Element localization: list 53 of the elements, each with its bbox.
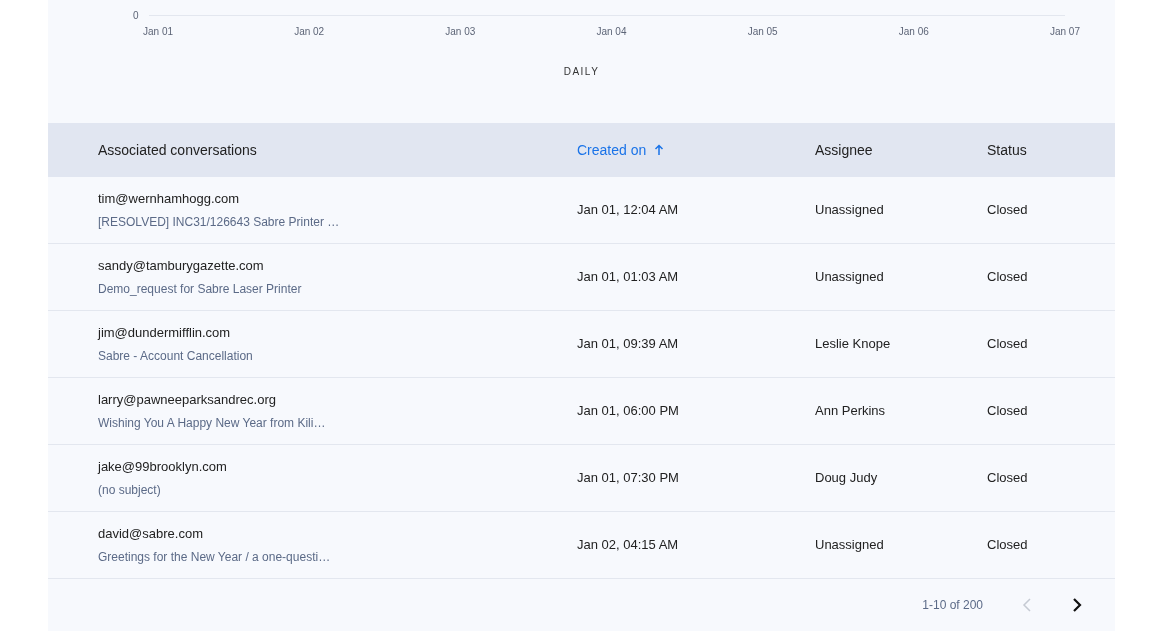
email-text: tim@wernhamhogg.com [98, 189, 241, 208]
status-cell-text: Closed [987, 536, 1029, 555]
email-text: jake@99brooklyn.com [98, 457, 228, 476]
x-axis-label: Jan 03 [445, 25, 476, 39]
status-cell-text: Closed [987, 201, 1029, 220]
subject-text: [RESOLVED] INC31/126643 Sabre Printer … [98, 214, 341, 232]
x-axis-label: Jan 02 [294, 25, 325, 39]
status-cell-text: Closed [987, 402, 1029, 421]
assignee-cell-text: Unassigned [815, 536, 885, 555]
column-header[interactable]: Created on [577, 139, 665, 161]
x-axis-label: Jan 01 [143, 25, 174, 39]
y-axis-tick: 0 [133, 8, 139, 23]
created-cell-text: Jan 01, 06:00 PM [577, 402, 680, 421]
subject-text: (no subject) [98, 482, 162, 500]
created-cell-text: Jan 02, 04:15 AM [577, 536, 680, 555]
x-axis-label: Jan 06 [898, 25, 929, 39]
subject-text: Demo_request for Sabre Laser Printer [98, 281, 303, 299]
status-cell-text: Closed [987, 469, 1029, 488]
created-cell-text: Jan 01, 12:04 AM [577, 201, 680, 220]
chevron-right-icon [1072, 598, 1082, 612]
column-header[interactable]: Associated conversations [98, 139, 257, 161]
sort-arrow-icon [654, 144, 665, 156]
table-row[interactable]: larry@pawneeparksandrec.org Wishing You A Happy New Year from Kili… Jan 01, 06:00 PM Ann Perkins Closed [48, 378, 1115, 445]
created-cell-text: Jan 01, 01:03 AM [577, 268, 680, 287]
email-text: larry@pawneeparksandrec.org [98, 390, 277, 409]
table-row[interactable]: jim@dundermifflin.com Sabre - Account Cancellation Jan 01, 09:39 AM Leslie Knope Closed [48, 311, 1115, 378]
subject-text: Greetings for the New Year / a one-questi… [98, 549, 332, 567]
assignee-cell-text: Leslie Knope [815, 335, 892, 354]
assignee-cell-text: Unassigned [815, 268, 885, 287]
column-header[interactable]: Status [987, 139, 1027, 161]
chart-caption: DAILY [563, 65, 600, 79]
subject-text: Wishing You A Happy New Year from Kili… [98, 415, 327, 433]
table-row[interactable]: jake@99brooklyn.com (no subject) Jan 01, 07:30 PM Doug Judy Closed [48, 445, 1115, 512]
email-text: jim@dundermifflin.com [98, 323, 232, 342]
table-row[interactable]: david@sabre.com Greetings for the New Year / a one-questi… Jan 02, 04:15 AM Unassigned Closed [48, 512, 1115, 579]
assignee-cell-text: Unassigned [815, 201, 885, 220]
subject-text: Sabre - Account Cancellation [98, 348, 254, 366]
table-row[interactable]: sandy@tamburygazette.com Demo_request for Sabre Laser Printer Jan 01, 01:03 AM Unassigned Closed [48, 244, 1115, 311]
created-cell-text: Jan 01, 07:30 PM [577, 469, 680, 488]
x-axis-label: Jan 04 [596, 25, 627, 39]
created-cell-text: Jan 01, 09:39 AM [577, 335, 680, 354]
assignee-cell-text: Ann Perkins [815, 402, 887, 421]
chevron-left-icon [1022, 598, 1032, 612]
status-cell-text: Closed [987, 335, 1029, 354]
column-header[interactable]: Assignee [815, 139, 873, 161]
email-text: david@sabre.com [98, 524, 204, 543]
table-row[interactable]: tim@wernhamhogg.com [RESOLVED] INC31/126643 Sabre Printer … Jan 01, 12:04 AM Unassigned Closed [48, 177, 1115, 244]
email-text: sandy@tamburygazette.com [98, 256, 265, 275]
x-axis-label: Jan 05 [747, 25, 778, 39]
status-cell-text: Closed [987, 268, 1029, 287]
assignee-cell-text: Doug Judy [815, 469, 879, 488]
pagination-range: 1-10 of 200 [922, 597, 983, 614]
x-axis-label: Jan 07 [1049, 25, 1080, 39]
